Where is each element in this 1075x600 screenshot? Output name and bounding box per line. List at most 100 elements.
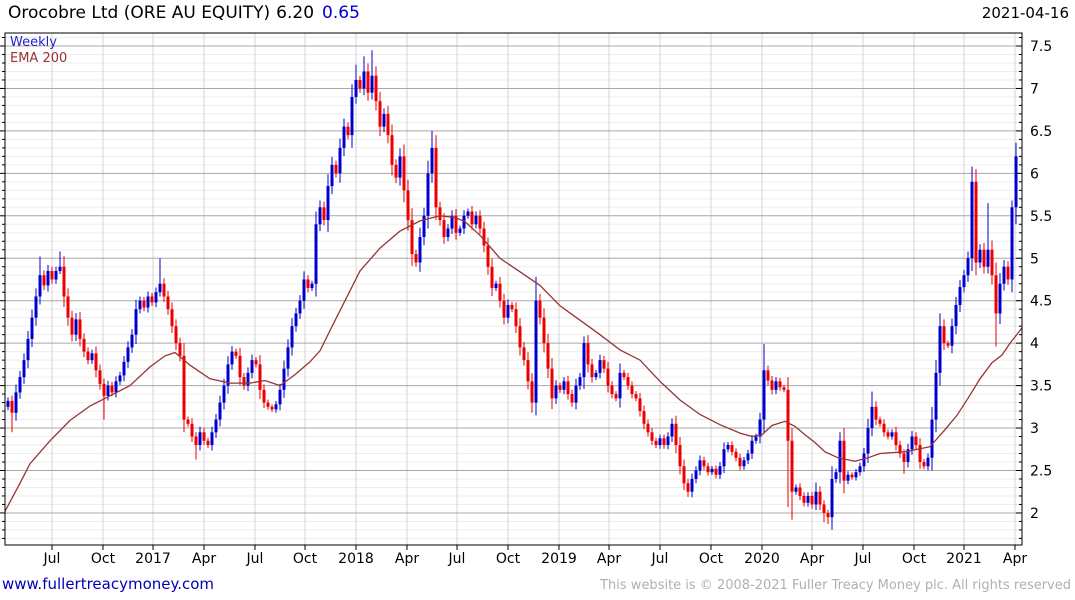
candle-up	[594, 372, 598, 378]
candle-up	[834, 472, 838, 479]
candle-up	[158, 283, 162, 293]
candle-up	[978, 249, 982, 263]
candle-up	[618, 372, 622, 399]
candle-down	[714, 468, 718, 475]
candle-down	[922, 462, 926, 467]
candle-up	[298, 300, 302, 314]
candle-up	[958, 287, 962, 305]
candle-down	[102, 383, 106, 396]
candle-up	[314, 224, 318, 284]
candle-up	[418, 237, 422, 263]
candle-up	[250, 360, 254, 373]
candle-down	[306, 279, 310, 288]
candle-down	[542, 317, 546, 344]
candle-down	[334, 164, 338, 174]
candle-down	[390, 135, 394, 165]
x-axis-label: 2019	[541, 551, 577, 567]
candle-down	[66, 296, 70, 318]
candle-up	[1010, 207, 1014, 280]
candle-up	[354, 79, 358, 97]
candle-down	[1006, 266, 1010, 280]
candle-up	[474, 215, 478, 225]
candle-up	[1014, 156, 1018, 208]
candle-down	[110, 385, 114, 393]
candle-up	[342, 126, 346, 148]
candle-down	[482, 228, 486, 246]
y-axis-label: 6	[1030, 166, 1039, 182]
candle-up	[6, 400, 10, 407]
candle-up	[758, 419, 762, 437]
y-axis-label: 5	[1030, 251, 1039, 267]
candle-down	[530, 381, 534, 403]
candle-down	[902, 453, 906, 463]
candle-down	[770, 380, 774, 390]
y-axis-label: 7	[1030, 81, 1039, 97]
candle-up	[30, 317, 34, 339]
candle-down	[386, 113, 390, 136]
candle-down	[558, 385, 562, 390]
candle-down	[990, 249, 994, 276]
candle-down	[486, 245, 490, 267]
candle-down	[70, 317, 74, 335]
candle-down	[650, 432, 654, 441]
candle-down	[150, 296, 154, 303]
candle-up	[326, 186, 330, 221]
plot-frame	[4, 32, 1023, 546]
candle-down	[262, 389, 266, 403]
candle-down	[470, 211, 474, 225]
candle-down	[630, 385, 634, 395]
candle-down	[654, 440, 658, 446]
candle-down	[570, 394, 574, 403]
candle-down	[634, 394, 638, 399]
candle-up	[838, 440, 842, 473]
candle-up	[846, 474, 850, 481]
candle-up	[90, 353, 94, 361]
candle-up	[350, 96, 354, 136]
candle-down	[266, 402, 270, 407]
candle-down	[358, 79, 362, 89]
candle-up	[198, 432, 202, 446]
candle-down	[514, 309, 518, 327]
candle-up	[370, 75, 374, 93]
candle-down	[606, 368, 610, 386]
candle-up	[970, 181, 974, 259]
price-chart[interactable]: 7.576.565.554.543.532.52Jul Oct 2017 Apr Jul…	[0, 0, 1075, 600]
y-axis-label: 3	[1030, 421, 1039, 437]
candle-up	[534, 300, 538, 403]
candle-up	[446, 228, 450, 238]
candle-up	[290, 326, 294, 348]
website-link[interactable]: www.fullertreacymoney.com	[2, 575, 214, 593]
candle-up	[750, 440, 754, 454]
candle-down	[438, 207, 442, 221]
candle-up	[54, 270, 58, 280]
candle-down	[206, 440, 210, 446]
candle-down	[638, 398, 642, 412]
candle-up	[38, 275, 42, 297]
candle-down	[782, 387, 786, 390]
x-axis-labels: Jul Oct 2017 Apr Jul Oct 2018 Apr Jul Oct 2019 Apr J…	[43, 551, 1028, 567]
candle-up	[930, 419, 934, 458]
candle-down	[778, 381, 782, 388]
candle-down	[798, 487, 802, 496]
candle-down	[178, 343, 182, 356]
candle-up	[698, 460, 702, 471]
candle-up	[718, 466, 722, 475]
candle-up	[574, 385, 578, 403]
candle-down	[894, 432, 898, 446]
candle-up	[806, 495, 810, 503]
candle-down	[586, 343, 590, 365]
candle-up	[666, 436, 670, 446]
candle-down	[374, 75, 378, 102]
y-axis-label: 4	[1030, 336, 1039, 352]
candle-down	[706, 466, 710, 473]
candle-down	[810, 495, 814, 505]
candle-down	[194, 436, 198, 446]
candle-down	[874, 406, 878, 420]
candle-up	[134, 309, 138, 335]
x-axis-label: Oct	[902, 551, 927, 567]
candle-up	[954, 304, 958, 327]
chart-legend: Weekly EMA 200	[10, 35, 67, 67]
candle-down	[982, 249, 986, 267]
candle-down	[174, 326, 178, 344]
candle-up	[754, 436, 758, 441]
